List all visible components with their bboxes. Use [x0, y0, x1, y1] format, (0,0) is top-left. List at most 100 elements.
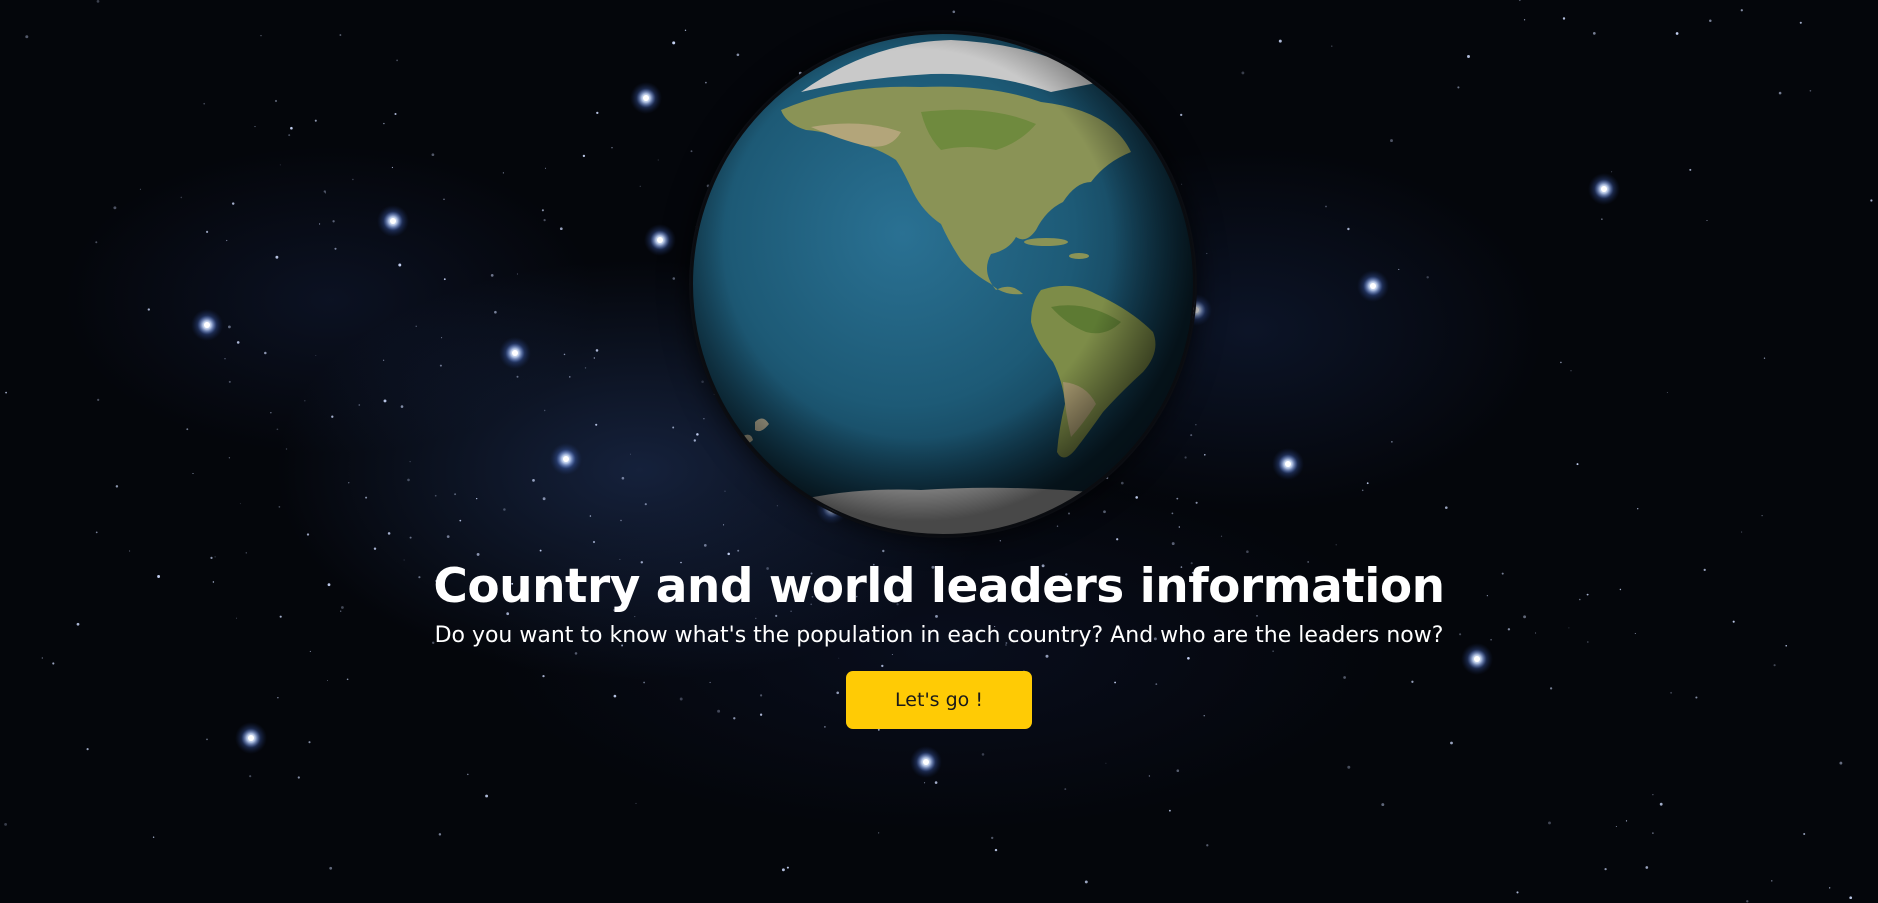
star	[285, 448, 288, 450]
star	[544, 167, 547, 169]
star	[373, 547, 377, 550]
star	[415, 325, 417, 327]
star	[129, 550, 131, 552]
star	[1467, 55, 1470, 58]
star	[1652, 832, 1654, 834]
star	[1220, 535, 1223, 537]
star	[1829, 887, 1831, 889]
star	[1444, 506, 1448, 510]
star	[391, 166, 393, 169]
star	[592, 540, 596, 544]
page-title: Country and world leaders information	[433, 559, 1445, 614]
star	[180, 196, 183, 199]
star	[304, 400, 306, 402]
star	[152, 836, 155, 838]
star	[1637, 508, 1639, 510]
star	[981, 753, 985, 756]
star	[569, 376, 571, 378]
star	[657, 159, 659, 161]
star	[1709, 19, 1712, 22]
star	[1246, 550, 1249, 553]
star	[365, 496, 368, 499]
star	[476, 498, 478, 500]
star	[644, 503, 647, 506]
star	[1105, 762, 1107, 764]
bright-star-core	[923, 759, 929, 765]
star	[1611, 171, 1613, 173]
star	[279, 164, 281, 166]
star	[383, 399, 387, 403]
star	[228, 457, 231, 459]
star	[308, 741, 311, 744]
star	[467, 773, 469, 776]
star	[1391, 441, 1393, 443]
star	[684, 29, 687, 31]
star	[454, 493, 457, 496]
star	[1450, 741, 1453, 745]
star	[314, 119, 317, 122]
star	[226, 239, 228, 242]
star	[934, 781, 938, 784]
star	[276, 428, 279, 431]
bright-star-core	[657, 237, 663, 243]
star	[582, 154, 586, 158]
star	[1706, 220, 1708, 222]
star	[1570, 370, 1572, 372]
star	[1518, 0, 1521, 2]
star	[539, 549, 542, 552]
star	[1398, 268, 1400, 270]
star	[1335, 544, 1337, 546]
star	[593, 357, 595, 359]
bright-star-core	[563, 456, 569, 462]
star	[611, 146, 613, 149]
star	[1778, 91, 1782, 95]
star	[584, 367, 587, 369]
star	[315, 355, 317, 356]
star	[339, 34, 342, 36]
star	[443, 198, 445, 201]
hero-section: Country and world leaders information Do…	[0, 556, 1878, 729]
star	[639, 185, 641, 187]
star	[786, 866, 789, 869]
star	[278, 506, 281, 508]
star	[400, 405, 404, 408]
star	[334, 247, 337, 250]
star	[727, 552, 730, 556]
star	[672, 277, 676, 280]
star	[991, 836, 994, 840]
star	[1652, 794, 1654, 796]
star	[542, 497, 546, 501]
star	[595, 423, 598, 426]
star	[1741, 531, 1743, 533]
star	[224, 358, 226, 360]
star	[1148, 775, 1151, 777]
star	[96, 0, 100, 3]
star	[1803, 832, 1806, 836]
star	[358, 404, 361, 406]
star	[1615, 826, 1617, 827]
star	[490, 274, 494, 277]
star	[494, 310, 497, 314]
star	[589, 515, 592, 517]
star	[329, 866, 333, 870]
star	[541, 209, 544, 212]
star	[1659, 802, 1663, 806]
star	[245, 552, 248, 554]
lets-go-button[interactable]: Let's go !	[846, 671, 1032, 729]
star	[532, 479, 535, 482]
star	[1562, 17, 1566, 20]
star	[1206, 844, 1209, 847]
star	[630, 453, 631, 455]
star	[595, 349, 599, 352]
star	[394, 112, 397, 116]
star	[5, 391, 7, 394]
star	[1761, 514, 1763, 517]
star	[387, 532, 391, 535]
star	[264, 351, 267, 355]
bright-star-core	[1601, 186, 1607, 192]
star	[543, 409, 546, 412]
star	[115, 485, 119, 488]
star	[1325, 205, 1327, 208]
star	[1195, 501, 1198, 504]
star	[113, 206, 117, 210]
